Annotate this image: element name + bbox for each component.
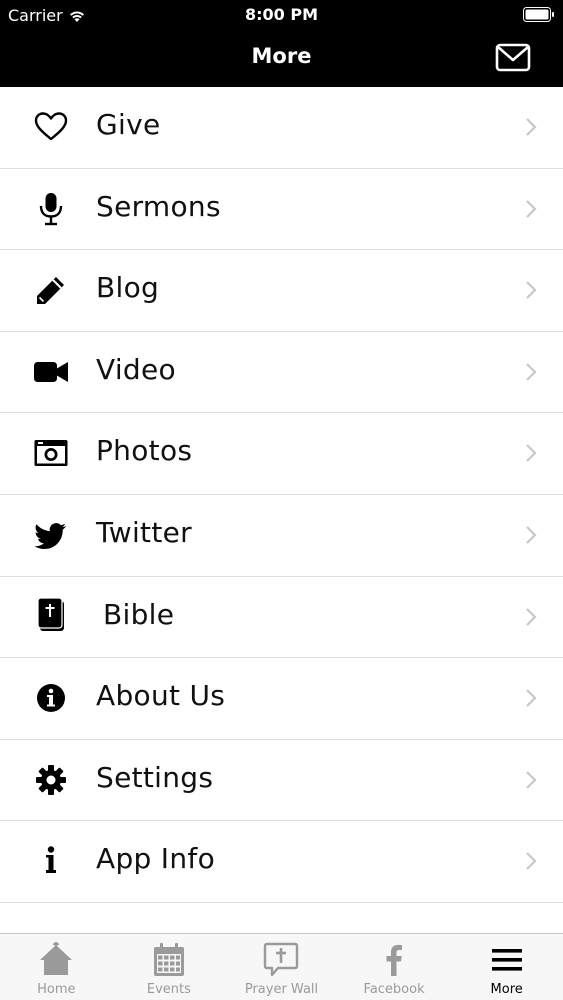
status-bar: Carrier 8:00 PM xyxy=(0,0,563,30)
tab-more[interactable]: More xyxy=(450,934,563,1000)
menu-item-blog[interactable]: Blog xyxy=(0,250,563,332)
tab-events[interactable]: Events xyxy=(113,934,226,1000)
menu-item-label: Give xyxy=(96,108,161,141)
chevron-right-icon xyxy=(526,852,537,871)
menu-item-about-us[interactable]: About Us xyxy=(0,658,563,740)
menu-item-twitter[interactable]: Twitter xyxy=(0,494,563,577)
chevron-right-icon xyxy=(526,526,537,544)
envelope-icon[interactable] xyxy=(495,43,531,73)
tab-label: Prayer Wall xyxy=(244,982,319,997)
microphone-icon xyxy=(39,192,63,225)
page-title: More xyxy=(251,44,312,68)
hamburger-icon xyxy=(491,949,522,971)
chevron-right-icon xyxy=(526,689,537,707)
tab-home[interactable]: Home xyxy=(0,934,113,1000)
gear-icon xyxy=(36,764,66,795)
twitter-bird-icon xyxy=(34,523,66,549)
menu-item-label: Blog xyxy=(96,271,160,305)
tab-label: More xyxy=(490,982,523,997)
menu-item-label: Bible xyxy=(103,597,175,631)
chevron-right-icon xyxy=(526,770,537,789)
info-icon xyxy=(46,846,56,874)
video-camera-icon xyxy=(34,361,68,382)
battery-icon xyxy=(523,7,554,22)
menu-item-label: App Info xyxy=(96,842,215,876)
chevron-right-icon xyxy=(526,444,537,463)
tab-prayer-wall[interactable]: Prayer Wall xyxy=(225,934,338,1000)
chevron-right-icon xyxy=(526,118,537,136)
pencil-icon xyxy=(37,277,64,305)
calendar-icon xyxy=(153,943,184,976)
tab-label: Events xyxy=(146,982,191,997)
camera-icon xyxy=(34,440,68,467)
tab-facebook[interactable]: Facebook xyxy=(338,934,451,1000)
chevron-right-icon xyxy=(526,607,537,626)
tab-label: Facebook xyxy=(363,982,425,997)
tab-bar: Home Events Prayer Wall Facebook More xyxy=(0,933,563,1000)
clock: 8:00 PM xyxy=(244,5,318,24)
facebook-icon xyxy=(386,944,403,976)
menu-item-label: Video xyxy=(96,352,176,386)
prayer-bubble-icon xyxy=(264,942,299,977)
chevron-right-icon xyxy=(526,199,537,218)
chevron-right-icon xyxy=(526,281,537,299)
more-menu-list: Give Sermons Blog Video Photos Twitter B… xyxy=(0,87,563,903)
info-circle-icon xyxy=(37,684,65,713)
menu-item-label: Settings xyxy=(96,760,214,794)
menu-item-settings[interactable]: Settings xyxy=(0,739,563,822)
menu-item-label: Sermons xyxy=(96,189,221,223)
menu-item-give[interactable]: Give xyxy=(0,87,563,169)
menu-item-label: Twitter xyxy=(96,515,192,549)
menu-item-photos[interactable]: Photos xyxy=(0,413,563,495)
menu-item-label: Photos xyxy=(96,434,193,468)
menu-item-app-info[interactable]: App Info xyxy=(0,821,563,903)
bible-icon xyxy=(37,596,64,631)
heart-icon xyxy=(34,112,68,141)
menu-item-sermons[interactable]: Sermons xyxy=(0,168,563,251)
tab-label: Home xyxy=(37,982,76,997)
menu-item-video[interactable]: Video xyxy=(0,331,563,414)
chevron-right-icon xyxy=(526,363,537,381)
menu-item-bible[interactable]: Bible xyxy=(0,576,563,659)
navigation-bar: More xyxy=(0,30,563,87)
menu-item-label: About Us xyxy=(96,679,226,713)
house-icon xyxy=(40,942,73,975)
